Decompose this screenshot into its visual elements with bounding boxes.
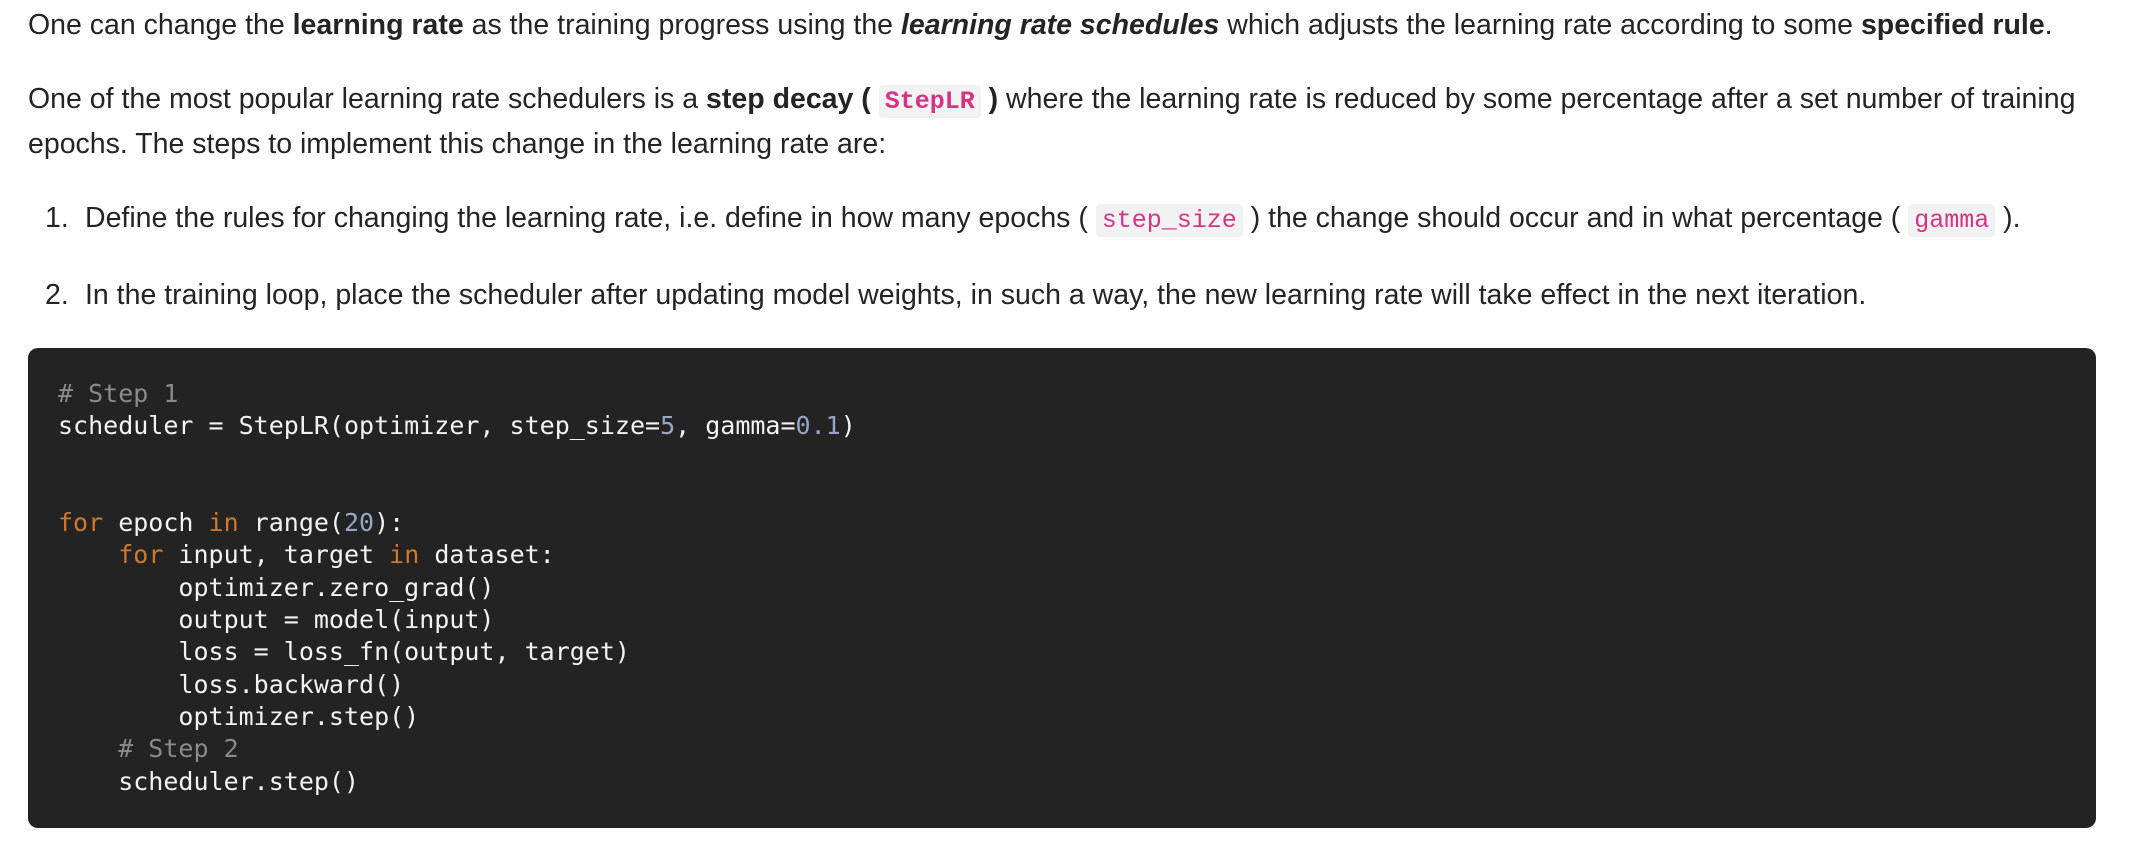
code-line: scheduler = StepLR(optimizer, step_size=…	[58, 410, 2066, 442]
code-text: input, target	[163, 540, 390, 570]
bold-italic-learning-rate-schedules: learning rate schedules	[900, 9, 1220, 41]
code-number: 0.1	[795, 411, 841, 441]
code-line: optimizer.step()	[58, 701, 420, 731]
list-item: 1. Define the rules for changing the lear…	[28, 197, 2124, 242]
code-line: loss.backward()	[58, 669, 405, 699]
code-text: dataset:	[419, 540, 555, 570]
text: .	[2044, 9, 2053, 41]
code-keyword: in	[389, 540, 420, 570]
code-line: for epoch in range(20):	[58, 507, 2066, 539]
code-line: loss = loss_fn(output, target)	[58, 637, 630, 667]
bold-paren: )	[980, 83, 999, 115]
code-text: )	[840, 411, 856, 441]
code-block[interactable]: # Step 1 scheduler = StepLR(optimizer, st…	[28, 348, 2096, 828]
text: ) the change should occur and in what pe…	[1242, 202, 1909, 234]
code-text: scheduler = StepLR(optimizer, step_size=	[58, 411, 661, 441]
code-keyword: for	[58, 508, 104, 538]
inline-code-steplr: StepLR	[878, 85, 981, 118]
text: ).	[1995, 202, 2021, 234]
code-comment: # Step 1	[58, 379, 179, 408]
code-keyword: for	[118, 540, 164, 570]
inline-code-step-size: step_size	[1095, 204, 1243, 237]
text: One can change the	[28, 9, 293, 41]
code-line: output = model(input)	[58, 605, 495, 635]
code-line: # Step 1	[58, 378, 2066, 410]
text: One of the most popular learning rate sc…	[28, 83, 707, 115]
list-item: 2. In the training loop, place the schedu…	[28, 274, 2124, 316]
article-body: One can change the learning rate as the …	[0, 0, 2152, 828]
text: In the training loop, place the schedule…	[85, 279, 1867, 311]
paragraph-learning-rate-intro: One can change the learning rate as the …	[28, 0, 2124, 46]
code-text: ):	[374, 508, 405, 538]
bold-specified-rule: specified rule	[1860, 9, 2045, 41]
code-number: 20	[343, 508, 375, 538]
code-text: epoch	[103, 508, 209, 538]
bold-step-decay: step decay (	[706, 83, 879, 115]
text: as the training progress using the	[463, 9, 901, 41]
list-number: 1.	[45, 202, 69, 234]
paragraph-step-decay: One of the most popular learning rate sc…	[28, 78, 2124, 165]
text: Define the rules for changing the learni…	[85, 202, 1096, 234]
code-number: 5	[660, 411, 676, 441]
bold-learning-rate: learning rate	[292, 9, 464, 41]
list-number: 2.	[45, 279, 69, 311]
code-comment: # Step 2	[58, 734, 239, 764]
code-line: scheduler.step()	[58, 766, 360, 796]
inline-code-gamma: gamma	[1908, 204, 1996, 237]
text: which adjusts the learning rate accordin…	[1219, 9, 1861, 41]
code-keyword: in	[208, 508, 239, 538]
code-text: range(	[238, 508, 344, 538]
steps-list: 1. Define the rules for changing the lear…	[28, 197, 2124, 316]
code-line: optimizer.zero_grad()	[58, 572, 495, 602]
code-line: for input, target in dataset:	[58, 539, 2066, 571]
code-text: , gamma=	[675, 411, 796, 441]
